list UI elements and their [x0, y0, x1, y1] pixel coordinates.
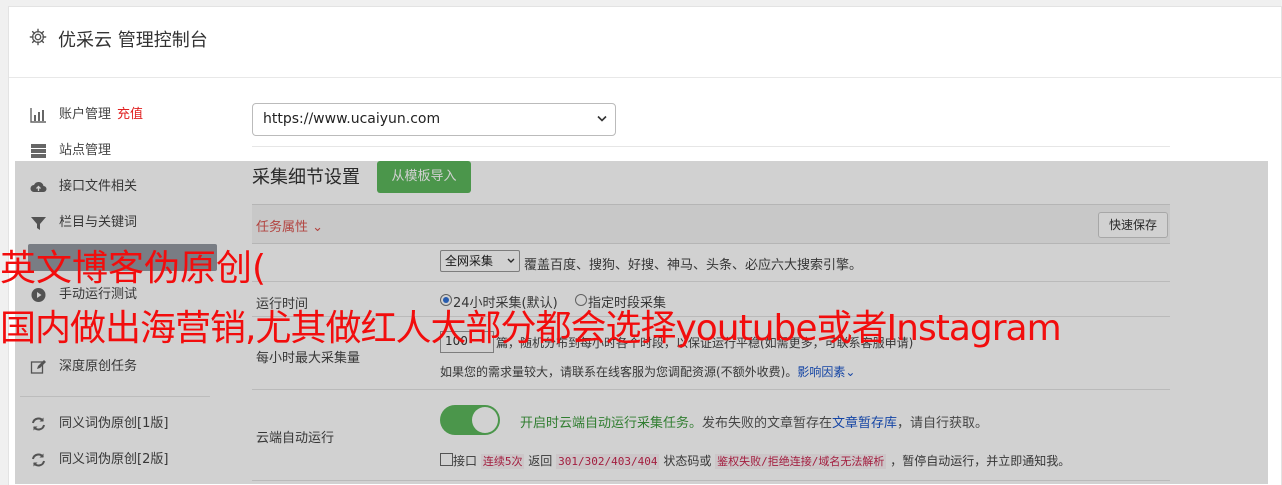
site-select[interactable]: https://www.ucaiyun.com	[252, 103, 616, 136]
bar-chart-icon	[30, 108, 46, 123]
page-title: 优采云 管理控制台	[58, 30, 208, 51]
watermark-line-2: 国内做出海营销,尤其做红人大部分都会选择youtube或者Instagram	[0, 308, 1062, 349]
watermark-line-1: 英文博客伪原创(	[0, 248, 267, 289]
site-select-value: https://www.ucaiyun.com	[263, 111, 441, 127]
server-icon	[31, 144, 46, 158]
card-header: 优采云 管理控制台	[9, 7, 1281, 78]
divider	[252, 146, 1170, 147]
chevron-down-icon	[597, 115, 607, 122]
recharge-link[interactable]: 充值	[117, 107, 143, 122]
gear-icon	[29, 28, 47, 46]
sidebar-item-label: 账户管理	[59, 107, 112, 122]
